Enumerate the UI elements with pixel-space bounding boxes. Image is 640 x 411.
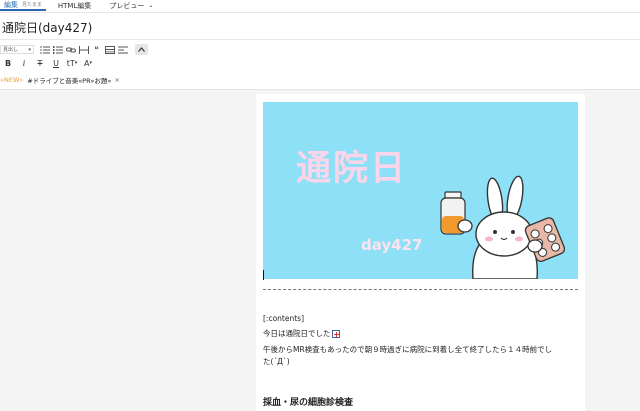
strikethrough-button[interactable]: T [32, 58, 48, 69]
paragraph-line: 今日は通院日でした [263, 328, 581, 339]
caret-down-icon: ▾ [89, 60, 92, 66]
contents-tag: [:contents] [263, 314, 305, 323]
eyecatch-day: day427 [361, 236, 423, 254]
caret-down-icon: ▾ [74, 60, 78, 66]
horizontal-rule-icon[interactable] [77, 44, 90, 55]
paragraph-line: 午後からMR検査もあったので朝９時過ぎに病院に到着し全て終了したら１４時前でし [263, 345, 553, 354]
title-row [0, 12, 640, 40]
hospital-icon [331, 330, 340, 338]
font-size-button[interactable]: tT ▾ [64, 58, 80, 69]
italic-glyph: i [22, 58, 26, 68]
chevron-down-icon: ⌄ [148, 2, 154, 9]
strike-glyph: T [37, 58, 43, 68]
block-format-value: 見出し [3, 47, 19, 53]
tab-edit-label: 編集 [4, 0, 18, 9]
italic-button[interactable]: i [16, 58, 32, 69]
tab-preview-label: プレビュー [109, 1, 145, 10]
bunny-illustration [440, 175, 565, 279]
font-color-button[interactable]: A ▾ [80, 58, 96, 69]
table-icon[interactable] [103, 44, 116, 55]
link-icon[interactable] [64, 44, 77, 55]
formatting-toolbar: 見出し ▾ ❝ [0, 43, 640, 56]
tab-preview[interactable]: プレビュー ⌄ [105, 0, 157, 11]
align-icon[interactable] [116, 44, 129, 55]
paragraph-text: 今日は通院日でした [263, 329, 331, 338]
text-style-toolbar: B i T U tT ▾ A ▾ [0, 57, 640, 69]
quote-glyph: ❝ [94, 45, 99, 54]
block-format-select[interactable]: 見出し ▾ [0, 45, 34, 54]
font-size-glyph: tT [66, 58, 75, 68]
editor-mode-tabs: 編集 見たまま HTML編集 プレビュー ⌄ [0, 0, 640, 11]
underline-glyph: U [53, 58, 59, 68]
post-title-input[interactable] [2, 19, 402, 35]
tag-row: «NEW» #ドライブと音楽«PR»お題« × [0, 74, 120, 85]
text-cursor [263, 270, 264, 280]
new-badge: «NEW» [0, 75, 24, 84]
eyecatch-heading: 通院日 [296, 149, 408, 189]
tab-html-edit[interactable]: HTML編集 [54, 0, 95, 11]
more-separator [263, 289, 578, 290]
bold-button[interactable]: B [0, 58, 16, 69]
section-heading: 採血・尿の細胞診検査 [263, 398, 354, 408]
eyecatch-image[interactable]: 通院日 day427 [263, 102, 578, 279]
chevron-down-icon: ▾ [28, 46, 31, 53]
bulleted-list-icon[interactable] [38, 44, 51, 55]
paragraph-line: た(´Д`) [263, 357, 290, 366]
underline-button[interactable]: U [48, 58, 64, 69]
numbered-list-icon[interactable] [51, 44, 64, 55]
collapse-toolbar-icon[interactable] [135, 44, 148, 55]
bold-glyph: B [4, 58, 12, 68]
tab-html-label: HTML編集 [57, 1, 92, 10]
remove-tag-button[interactable]: × [114, 76, 119, 84]
tag-chip[interactable]: #ドライブと音楽«PR»お題« [27, 75, 111, 85]
tab-edit[interactable]: 編集 見たまま [0, 0, 46, 11]
tab-edit-sublabel: 見たまま [22, 2, 42, 8]
quote-icon[interactable]: ❝ [90, 44, 103, 55]
